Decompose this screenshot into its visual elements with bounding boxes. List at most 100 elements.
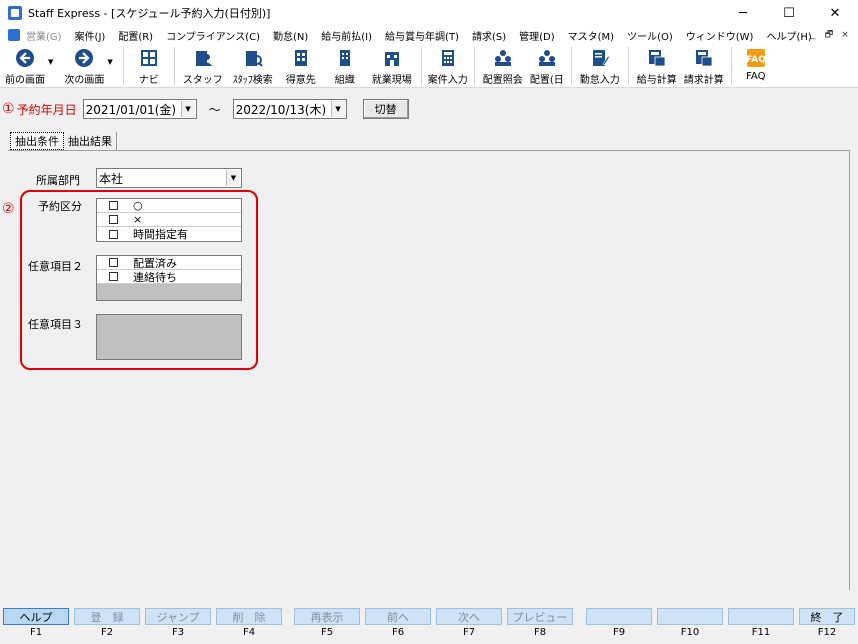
date-range-row: ① 予約年月日 2021/01/01(金) ▼ ～ 2022/10/13(木) … [0,98,409,120]
client-building-icon [291,48,311,68]
f11-button[interactable] [728,608,794,625]
document-icon [8,29,20,41]
next-screen-button[interactable]: 次の画面 [59,44,109,88]
chevron-down-icon[interactable]: ▼ [330,101,345,117]
navi-button[interactable]: ナビ [128,44,170,88]
close-button[interactable]: ✕ [812,0,858,26]
site-building-icon [382,48,402,68]
f10-button[interactable] [657,608,723,625]
f7-label: F7 [462,627,476,638]
case-input-label: 案件入力 [427,75,468,86]
mdi-restore-button[interactable]: 🗗 [822,28,836,41]
f10-label: F10 [680,627,700,638]
tab-conditions[interactable]: 抽出条件 [10,132,64,150]
menu-compliance[interactable]: コンプライアンス(C) [166,28,260,43]
menu-bar: 営業(G) 案件(J) 配置(R) コンプライアンス(C) 勤怠(N) 給与前払… [0,26,858,44]
placement-day-label: 配置(日 [529,75,564,86]
main-area: ① 予約年月日 2021/01/01(金) ▼ ～ 2022/10/13(木) … [0,88,858,606]
range-tilde: ～ [208,102,221,117]
function-key-bar: ヘルプ F1 登 録 F2 ジャンプ F3 削 除 F4 再表示 F5 前へ F… [0,606,858,644]
case-input-button[interactable]: 案件入力 [426,44,470,88]
toolbar-separator [570,47,572,85]
menu-case[interactable]: 案件(J) [75,28,106,43]
f7-next-button[interactable]: 次へ [436,608,502,625]
f8-label: F8 [533,627,547,638]
bill-calc-button[interactable]: 請求計算 [681,44,727,88]
f12-exit-button[interactable]: 終 了 [799,608,855,625]
client-button[interactable]: 得意先 [279,44,323,88]
f5-refresh-button[interactable]: 再表示 [294,608,360,625]
reservation-date-label: 予約年月日 [16,102,77,117]
placement-day-button[interactable]: 配置(日 [527,44,567,88]
menu-admin[interactable]: 管理(D) [519,28,555,43]
menu-payroll[interactable]: 給与賞与年調(T) [385,28,459,43]
site-button[interactable]: 就業現場 [367,44,417,88]
toolbar-separator [420,47,422,85]
menu-help[interactable]: ヘルプ(H) [766,28,811,43]
attendance-input-button[interactable]: 勤怠入力 [576,44,624,88]
menu-billing[interactable]: 請求(S) [472,28,506,43]
switch-button[interactable]: 切替 [362,99,409,119]
dept-label: 所属部門 [36,174,80,187]
f4-delete-button[interactable]: 削 除 [216,608,282,625]
faq-icon: FAQ [746,48,766,68]
client-label: 得意先 [285,75,316,86]
f3-label: F3 [171,627,185,638]
chevron-down-icon[interactable]: ▼ [180,101,195,117]
pencil-doc-icon [590,48,610,68]
menu-sales[interactable]: 営業(G) [26,28,62,43]
f9-label: F9 [612,627,626,638]
f8-preview-button[interactable]: プレビュー [507,608,573,625]
f6-label: F6 [391,627,405,638]
placement-query-label: 配置照会 [482,75,523,86]
f1-label: F1 [29,627,43,638]
mdi-minimize-button[interactable]: _ [806,28,820,41]
date-from-select[interactable]: 2021/01/01(金) ▼ [82,99,197,119]
svg-text:FAQ: FAQ [746,55,766,65]
window-title: Staff Express - [スケジュール予約入力(日付別)] [28,7,271,20]
menu-master[interactable]: マスタ(M) [568,28,614,43]
org-button[interactable]: 組織 [323,44,367,88]
menu-placement[interactable]: 配置(R) [118,28,153,43]
arrow-left-icon [15,48,35,68]
marker-1: ① [2,101,15,117]
staff-label: スタッフ [182,75,223,86]
menu-pay-advance[interactable]: 給与前払(I) [321,28,372,43]
minimize-button[interactable]: ─ [720,0,766,26]
navi-grid-icon [139,48,159,68]
faq-button[interactable]: FAQ FAQ [736,44,776,88]
placement-query-button[interactable]: 配置照会 [479,44,527,88]
chevron-down-icon[interactable]: ▼ [226,170,240,186]
f3-jump-button[interactable]: ジャンプ [145,608,211,625]
menu-window[interactable]: ウィンドウ(W) [686,28,754,43]
bill-calculator-icon [694,48,714,68]
staff-search-button[interactable]: ｽﾀｯﾌ検索 [227,44,279,88]
pay-calc-button[interactable]: 給与計算 [633,44,681,88]
staff-button[interactable]: スタッフ [179,44,227,88]
menu-tools[interactable]: ツール(O) [627,28,673,43]
attendance-input-label: 勤怠入力 [579,75,620,86]
prev-screen-button[interactable]: 前の画面 [0,44,50,88]
f6-prev-button[interactable]: 前へ [365,608,431,625]
people-day-icon [537,48,557,68]
site-label: 就業現場 [371,75,412,86]
org-building-icon [335,48,355,68]
pay-calculator-icon [647,48,667,68]
next-dropdown-icon[interactable]: ▼ [107,58,112,66]
tab-results[interactable]: 抽出結果 [64,132,117,150]
navi-label: ナビ [138,75,159,86]
date-to-select[interactable]: 2022/10/13(木) ▼ [232,99,347,119]
staff-icon [193,48,213,68]
f2-label: F2 [100,627,114,638]
f9-button[interactable] [586,608,652,625]
tab-strip: 抽出条件 抽出結果 [10,132,117,150]
title-bar: Staff Express - [スケジュール予約入力(日付別)] ─ ☐ ✕ [0,0,858,26]
maximize-button[interactable]: ☐ [766,0,812,26]
highlight-box [20,190,258,370]
f2-register-button[interactable]: 登 録 [74,608,140,625]
f1-help-button[interactable]: ヘルプ [3,608,69,625]
dept-select[interactable]: 本社 ▼ [96,168,242,188]
prev-dropdown-icon[interactable]: ▼ [48,58,53,66]
menu-attendance[interactable]: 勤怠(N) [273,28,308,43]
mdi-close-button[interactable]: × [838,28,852,41]
